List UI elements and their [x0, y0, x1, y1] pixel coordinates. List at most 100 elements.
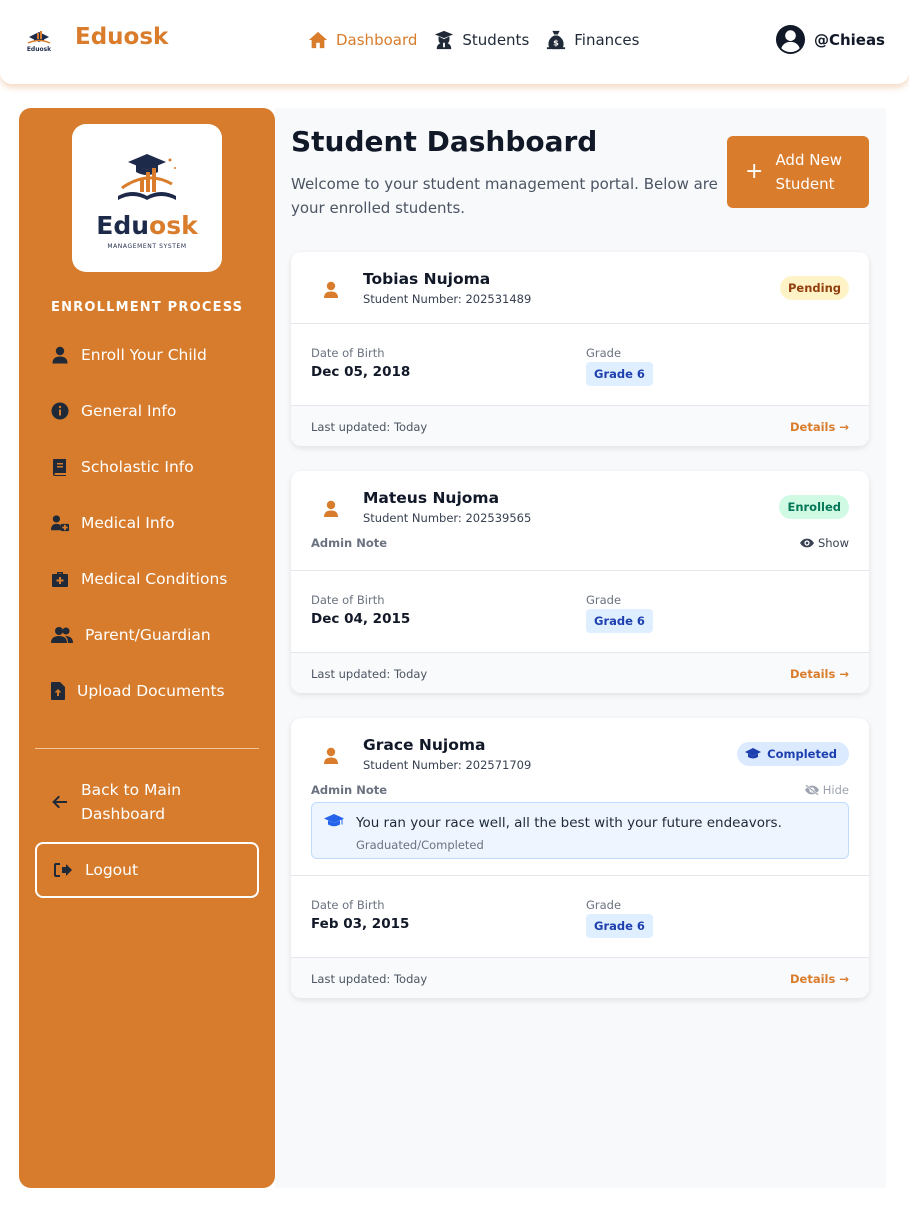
money-bag-icon: $	[547, 30, 566, 50]
hide-note-toggle[interactable]: Hide	[804, 783, 849, 797]
page-title: Student Dashboard	[291, 125, 598, 158]
user-circle-icon	[775, 24, 805, 55]
student-number: Student Number: 202531489	[363, 292, 532, 306]
student-card-body: Date of Birth Feb 03, 2015 Grade Grade 6	[291, 876, 869, 958]
main-content: Student Dashboard Welcome to your studen…	[275, 108, 886, 1188]
details-link[interactable]: Details →	[790, 667, 849, 681]
nav-students[interactable]: Students	[433, 30, 529, 50]
sidebar-item-label: Medical Conditions	[81, 570, 228, 588]
nav-students-label: Students	[462, 31, 530, 49]
sidebar-item-label: Medical Info	[81, 514, 175, 532]
nav-dashboard[interactable]: Dashboard	[307, 30, 417, 50]
book-icon	[53, 459, 66, 476]
logout-label: Logout	[85, 861, 139, 879]
add-new-student-label: Add New Student	[775, 151, 842, 193]
sidebar-logo-name: Eduosk	[72, 211, 222, 240]
sidebar-item-parent-guardian[interactable]: Parent/Guardian	[51, 623, 211, 647]
logo-name-part1: Edu	[96, 211, 150, 240]
admin-note-label: Admin Note	[311, 783, 388, 797]
grade-chip: Grade 6	[586, 609, 653, 633]
nav-dashboard-label: Dashboard	[336, 31, 418, 49]
sidebar-item-general-info[interactable]: General Info	[51, 399, 176, 423]
logout-button[interactable]: Logout	[35, 842, 259, 898]
nav-finances[interactable]: $ Finances	[545, 30, 639, 50]
student-avatar-icon	[324, 747, 338, 764]
show-note-toggle[interactable]: Show	[799, 536, 849, 550]
student-card-footer: Last updated: Today Details →	[291, 653, 869, 693]
student-avatar-icon	[324, 281, 338, 298]
student-name: Grace Nujoma	[363, 736, 486, 754]
home-icon	[308, 31, 328, 49]
details-link[interactable]: Details →	[790, 420, 849, 434]
info-circle-icon	[51, 402, 69, 420]
student-card-footer: Last updated: Today Details →	[291, 958, 869, 998]
grade-label: Grade	[586, 593, 622, 607]
main-nav: Dashboard Students $ Finances	[307, 28, 655, 52]
arrow-left-icon	[52, 795, 67, 809]
back-label: Back to Main Dashboard	[81, 781, 182, 823]
details-link[interactable]: Details →	[790, 972, 849, 986]
logout-icon	[54, 863, 72, 877]
sidebar-item-upload-documents[interactable]: Upload Documents	[51, 679, 225, 703]
graduation-cap-icon	[324, 814, 344, 827]
status-badge: Pending	[779, 276, 849, 300]
dob-label: Date of Birth	[311, 593, 385, 607]
eye-icon	[799, 538, 814, 548]
page-subtitle: Welcome to your student management porta…	[291, 175, 718, 217]
show-note-label: Show	[817, 536, 849, 550]
last-updated: Last updated: Today	[311, 667, 428, 681]
last-updated: Last updated: Today	[311, 420, 428, 434]
add-new-student-button[interactable]: + Add New Student	[727, 136, 869, 208]
admin-note-status: Graduated/Completed	[356, 838, 484, 852]
sidebar-item-medical-info[interactable]: Medical Info	[51, 511, 175, 535]
admin-note-text: You ran your race well, all the best wit…	[356, 815, 782, 831]
sidebar-item-label: General Info	[81, 402, 177, 420]
sidebar-item-label: Parent/Guardian	[85, 626, 211, 644]
user-menu[interactable]: @Chieas	[775, 24, 885, 55]
eduosk-logo-icon	[118, 154, 176, 200]
svg-text:Eduosk: Eduosk	[27, 46, 52, 53]
sidebar-item-medical-conditions[interactable]: Medical Conditions	[51, 567, 227, 591]
student-avatar-icon	[324, 500, 338, 517]
graduation-cap-icon	[745, 748, 762, 759]
student-card-footer: Last updated: Today Details →	[291, 406, 869, 446]
brand-logo[interactable]: Eduosk	[24, 24, 54, 54]
student-card-body: Date of Birth Dec 05, 2018 Grade Grade 6	[291, 324, 869, 406]
brand-name[interactable]: Eduosk	[75, 24, 168, 50]
student-number: Student Number: 202539565	[363, 511, 532, 525]
status-badge: Enrolled	[779, 495, 849, 519]
sidebar: Eduosk MANAGEMENT SYSTEM ENROLLMENT PROC…	[19, 108, 275, 1188]
student-card-header: Mateus Nujoma Student Number: 202539565 …	[291, 471, 869, 571]
user-medical-icon	[51, 515, 69, 532]
admin-note-box: You ran your race well, all the best wit…	[311, 802, 849, 859]
sidebar-item-enroll[interactable]: Enroll Your Child	[51, 343, 207, 367]
sidebar-item-label: Enroll Your Child	[81, 346, 207, 364]
student-card: Mateus Nujoma Student Number: 202539565 …	[291, 471, 869, 693]
dob-label: Date of Birth	[311, 346, 385, 360]
users-icon	[51, 627, 73, 643]
svg-text:$: $	[553, 37, 559, 47]
file-upload-icon	[51, 682, 65, 700]
student-number: Student Number: 202571709	[363, 758, 532, 772]
student-card: Tobias Nujoma Student Number: 202531489 …	[291, 252, 869, 446]
username: @Chieas	[813, 30, 885, 49]
logo-name-part2: osk	[149, 211, 198, 240]
back-to-main-dashboard[interactable]: Back to Main Dashboard	[51, 778, 221, 826]
student-name: Tobias Nujoma	[363, 270, 491, 288]
top-navbar: Eduosk Eduosk Dashboard Students $ Finan…	[0, 0, 909, 84]
sidebar-logo-card: Eduosk MANAGEMENT SYSTEM	[72, 124, 222, 272]
sidebar-item-scholastic-info[interactable]: Scholastic Info	[51, 455, 194, 479]
hide-note-label: Hide	[822, 783, 849, 797]
sidebar-section-title: ENROLLMENT PROCESS	[51, 300, 244, 315]
dob-value: Dec 05, 2018	[311, 364, 411, 380]
student-card-header: Tobias Nujoma Student Number: 202531489 …	[291, 252, 869, 324]
student-card: Grace Nujoma Student Number: 202571709 C…	[291, 718, 869, 998]
student-name: Mateus Nujoma	[363, 489, 500, 507]
admin-note-label: Admin Note	[311, 536, 388, 550]
grade-chip: Grade 6	[586, 914, 653, 938]
sidebar-divider	[35, 748, 259, 749]
nav-finances-label: Finances	[574, 31, 640, 49]
medkit-icon	[52, 572, 68, 587]
student-card-body: Date of Birth Dec 04, 2015 Grade Grade 6	[291, 571, 869, 653]
dob-value: Feb 03, 2015	[311, 916, 410, 932]
